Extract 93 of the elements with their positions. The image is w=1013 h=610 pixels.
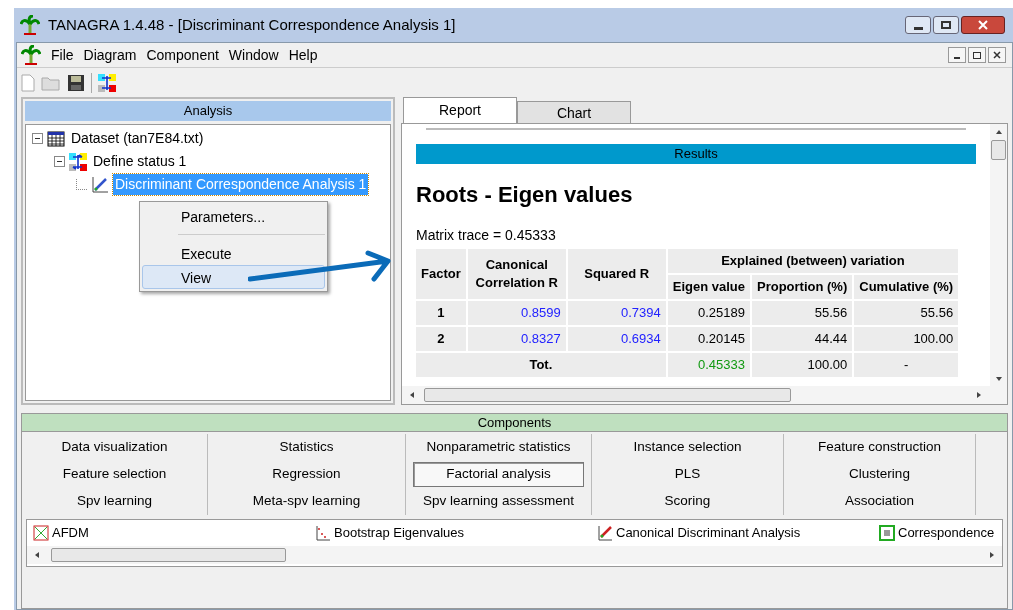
close-icon <box>978 20 988 30</box>
minimize-button[interactable] <box>905 16 931 34</box>
menu-item[interactable]: View <box>142 265 325 289</box>
category-tab[interactable]: Meta-spv learning <box>248 490 365 513</box>
category-tab[interactable]: Spv learning <box>72 490 157 513</box>
palm-tree-icon <box>21 45 41 65</box>
scroll-thumb[interactable] <box>991 140 1006 160</box>
chart-icon <box>33 525 49 541</box>
table-cell: 0.25189 <box>666 300 751 326</box>
tree-item[interactable]: Dataset (tan7E84.txt) <box>69 128 206 149</box>
table-cell: 1 <box>415 300 467 326</box>
menu-item[interactable]: Parameters... <box>142 204 325 228</box>
table-cell: 2 <box>415 326 467 352</box>
menu-item[interactable]: Help <box>288 44 318 66</box>
table-cell: Cumulative (%) <box>853 274 960 300</box>
category-tab[interactable]: Regression <box>268 463 345 486</box>
scroll-left-icon[interactable] <box>408 391 416 399</box>
table-cell: 0.8599 <box>466 300 567 326</box>
panel-header: Analysis <box>25 101 391 121</box>
panel-header: Components <box>22 414 1007 432</box>
tree-item[interactable]: Define status 1 <box>91 151 189 172</box>
table-cell: 0.8327 <box>466 326 567 352</box>
close-icon <box>993 51 1001 59</box>
table-cell: 0.7394 <box>566 300 667 326</box>
restore-button[interactable] <box>968 47 986 63</box>
table-cell: Proportion (%) <box>751 274 854 300</box>
menu-item[interactable]: Window <box>228 44 279 66</box>
close-button[interactable] <box>961 16 1005 34</box>
matrix-trace: Matrix trace = 0.45333 <box>416 226 557 245</box>
component-list-item[interactable]: AFDM <box>52 523 89 543</box>
scroll-down-icon[interactable] <box>994 375 1003 383</box>
category-tab[interactable]: Nonparametric statistics <box>422 436 575 459</box>
scroll-right-icon[interactable] <box>988 551 996 559</box>
frame-icon <box>879 525 895 541</box>
table-cell: 0.6934 <box>566 326 667 352</box>
table-cell: Squared R <box>566 248 667 300</box>
category-tab[interactable]: Statistics <box>275 436 338 459</box>
menu-item[interactable]: Diagram <box>83 44 137 66</box>
table-cell: Explained (between) variation <box>666 248 960 274</box>
scree-plot-icon <box>315 525 331 541</box>
pen-chart-icon <box>597 525 613 541</box>
save-icon[interactable] <box>67 73 85 92</box>
category-tab[interactable]: Spv learning assessment <box>419 490 578 513</box>
minimize-button[interactable] <box>948 47 966 63</box>
category-tab[interactable]: Feature selection <box>58 463 171 486</box>
vertical-scrollbar[interactable] <box>990 124 1007 386</box>
table-cell: Eigen value <box>666 274 751 300</box>
tab[interactable]: Chart <box>517 101 631 123</box>
component-list-item[interactable]: Canonical Discriminant Analysis <box>616 523 801 543</box>
component-list-item[interactable]: Correspondence <box>898 523 995 543</box>
menu-item[interactable]: Component <box>146 44 219 66</box>
category-tab[interactable]: Data visualization <box>57 436 172 459</box>
maximize-button[interactable] <box>933 16 959 34</box>
scroll-thumb[interactable] <box>424 388 791 402</box>
palm-tree-icon <box>20 15 40 35</box>
arrows-icon[interactable] <box>98 73 116 92</box>
table-cell: 0.20145 <box>666 326 751 352</box>
table-cell: 55.56 <box>853 300 960 326</box>
collapse-toggle[interactable] <box>54 156 65 167</box>
category-tab[interactable]: Association <box>840 490 918 513</box>
table-cell: 100.00 <box>751 352 854 378</box>
component-list-item[interactable]: Bootstrap Eigenvalues <box>334 523 465 543</box>
arrows-icon <box>69 152 87 171</box>
section-heading: Roots - Eigen values <box>416 181 634 209</box>
scroll-left-icon[interactable] <box>33 551 41 559</box>
category-tab[interactable]: Instance selection <box>629 436 746 459</box>
category-tab[interactable]: PLS <box>670 463 705 486</box>
tab[interactable]: Report <box>403 97 517 123</box>
table-cell: - <box>853 352 960 378</box>
menu-item[interactable]: Execute <box>142 241 325 265</box>
table-cell: 55.56 <box>751 300 854 326</box>
close-button[interactable] <box>988 47 1006 63</box>
table-cell: Canonical Correlation R <box>466 248 567 300</box>
category-tab[interactable]: Factorial analysis <box>413 462 584 487</box>
results-banner: Results <box>416 144 976 164</box>
table-cell: 44.44 <box>751 326 854 352</box>
scroll-right-icon[interactable] <box>975 391 983 399</box>
window-title: TANAGRA 1.4.48 - [Discriminant Correspondence Analysis 1] <box>48 14 456 35</box>
table-cell: Tot. <box>415 352 667 378</box>
table-cell: 100.00 <box>853 326 960 352</box>
horizontal-scrollbar[interactable] <box>27 546 1002 564</box>
menu-item[interactable]: File <box>51 44 74 66</box>
collapse-toggle[interactable] <box>32 133 43 144</box>
scroll-up-icon[interactable] <box>994 128 1003 136</box>
pen-chart-icon <box>91 175 109 194</box>
category-tab[interactable]: Scoring <box>660 490 715 513</box>
scroll-thumb[interactable] <box>51 548 286 562</box>
table-cell: 0.45333 <box>666 352 751 378</box>
category-tab[interactable]: Feature construction <box>813 436 946 459</box>
table-cell: Factor <box>415 248 467 300</box>
table-icon <box>47 130 65 147</box>
horizontal-scrollbar[interactable] <box>402 386 1007 404</box>
category-tab[interactable]: Clustering <box>845 463 914 486</box>
